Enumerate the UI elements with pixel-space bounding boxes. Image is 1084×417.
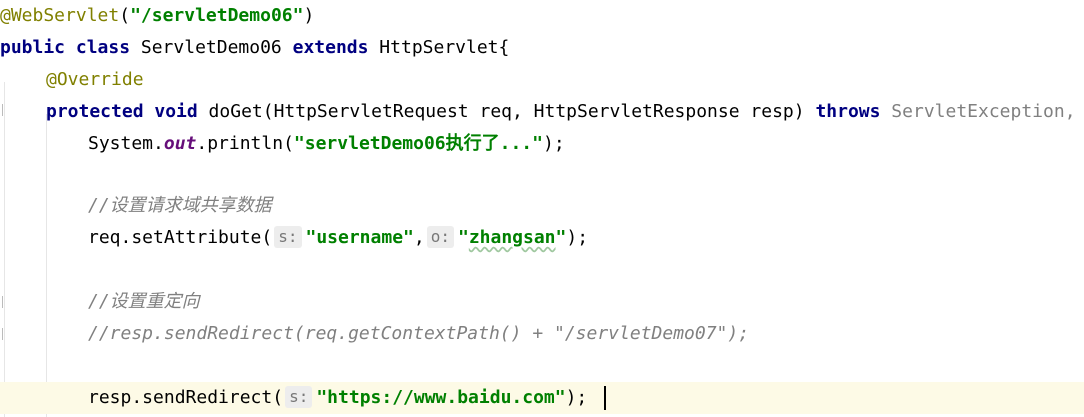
code-line-5[interactable]: System.out.println("servletDemo06执行了..."… bbox=[0, 128, 1084, 160]
keyword: extends bbox=[292, 37, 369, 58]
paren: ) bbox=[303, 5, 315, 26]
code-line-7[interactable]: req.setAttribute(s: "username", o: "zhangsa… bbox=[0, 222, 1084, 254]
comment: //设置重定向 bbox=[88, 291, 200, 312]
static-field: out bbox=[163, 133, 197, 154]
statement-end: ); bbox=[566, 227, 589, 248]
superclass: HttpServlet{ bbox=[368, 37, 510, 58]
parameter-hint: s: bbox=[285, 386, 313, 408]
code-line-3[interactable]: @Override bbox=[0, 64, 1084, 96]
keyword: protected void bbox=[46, 101, 198, 122]
string-quote: " bbox=[555, 227, 567, 248]
text-caret bbox=[604, 386, 606, 410]
statement-end: ); bbox=[543, 133, 565, 154]
code-line-1[interactable]: @WebServlet("/servletDemo06") bbox=[0, 0, 1084, 32]
method-signature: doGet(HttpServletRequest req, HttpServle… bbox=[197, 101, 816, 122]
string-literal: "/servletDemo06" bbox=[130, 5, 304, 26]
keyword: public class bbox=[0, 37, 131, 58]
statement-end: ); bbox=[565, 387, 588, 408]
exception-type: ServletException, bbox=[880, 101, 1076, 122]
string-literal: "servletDemo06执行了..." bbox=[293, 133, 543, 154]
method-call: resp.sendRedirect( bbox=[88, 387, 284, 408]
paren: ( bbox=[119, 5, 131, 26]
keyword: throws bbox=[815, 101, 881, 122]
code-line-8[interactable]: //设置重定向 bbox=[0, 286, 1084, 318]
code-line-4[interactable]: protected void doGet(HttpServletRequest … bbox=[0, 96, 1084, 128]
string-literal: "https://www.baidu.com" bbox=[316, 387, 566, 408]
comment: //resp.sendRedirect(req.getContextPath()… bbox=[88, 323, 750, 344]
class-name: ServletDemo06 bbox=[130, 37, 293, 58]
code-line-6[interactable]: //设置请求域共享数据 bbox=[0, 190, 1084, 222]
code-line-2[interactable]: public class ServletDemo06 extends HttpS… bbox=[0, 32, 1084, 64]
method-call: req.setAttribute( bbox=[88, 227, 273, 248]
parameter-hint: o: bbox=[426, 226, 454, 248]
method-call: .println( bbox=[196, 133, 294, 154]
class-ref: System. bbox=[88, 133, 164, 154]
code-line-10-current[interactable]: resp.sendRedirect(s: "https://www.baidu.c… bbox=[0, 382, 1084, 414]
annotation-webservlet: @WebServlet bbox=[0, 5, 120, 26]
separator: , bbox=[413, 227, 425, 248]
annotation-override: @Override bbox=[46, 69, 144, 90]
comment: //设置请求域共享数据 bbox=[88, 195, 272, 216]
spellcheck-word[interactable]: zhangsan bbox=[469, 227, 556, 248]
string-literal: "username" bbox=[305, 227, 414, 248]
code-editor[interactable]: @WebServlet("/servletDemo06") public cla… bbox=[0, 0, 1084, 417]
string-quote: " bbox=[457, 227, 469, 248]
parameter-hint: s: bbox=[274, 226, 302, 248]
code-line-9[interactable]: //resp.sendRedirect(req.getContextPath()… bbox=[0, 318, 1084, 350]
